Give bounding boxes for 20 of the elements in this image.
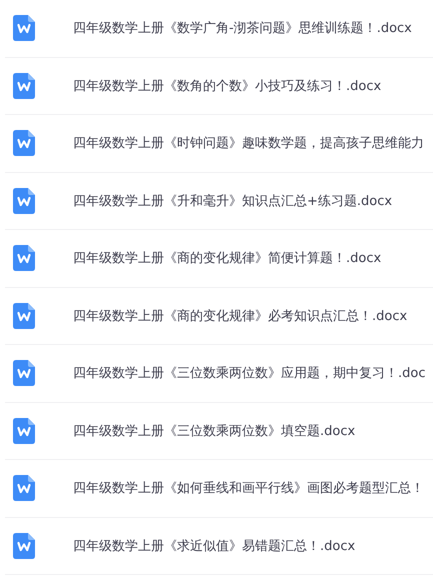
file-name[interactable]: 四年级数学上册《商的变化规律》必考知识点汇总！.docx (73, 306, 408, 325)
word-document-icon (13, 188, 35, 214)
file-name[interactable]: 四年级数学上册《如何垂线和画平行线》画图必考题型汇总！ (73, 479, 424, 498)
word-document-icon (13, 532, 35, 559)
file-name[interactable]: 四年级数学上册《时钟问题》趣味数学题，提高孩子思维能力 (73, 134, 424, 152)
file-name[interactable]: 四年级数学上册《数学广角-沏茶问题》思维训练题！.docx (73, 19, 412, 38)
file-name[interactable]: 四年级数学上册《求近似值》易错题汇总！.docx (73, 536, 356, 555)
word-document-icon (13, 360, 35, 386)
word-document-icon (13, 475, 35, 502)
file-name[interactable]: 四年级数学上册《升和毫升》知识点汇总+练习题.docx (73, 192, 392, 210)
word-document-icon (13, 15, 35, 42)
file-name[interactable]: 四年级数学上册《三位数乘两位数》填空题.docx (73, 422, 356, 440)
word-document-icon (13, 130, 35, 156)
word-document-icon (13, 245, 35, 272)
word-document-icon (13, 302, 35, 329)
word-document-icon (13, 72, 35, 99)
word-document-icon (13, 418, 35, 444)
file-name[interactable]: 四年级数学上册《三位数乘两位数》应用题，期中复习！.doc (73, 364, 426, 382)
file-name[interactable]: 四年级数学上册《商的变化规律》简便计算题！.docx (73, 249, 382, 268)
file-name[interactable]: 四年级数学上册《数角的个数》小技巧及练习！.docx (73, 76, 382, 95)
